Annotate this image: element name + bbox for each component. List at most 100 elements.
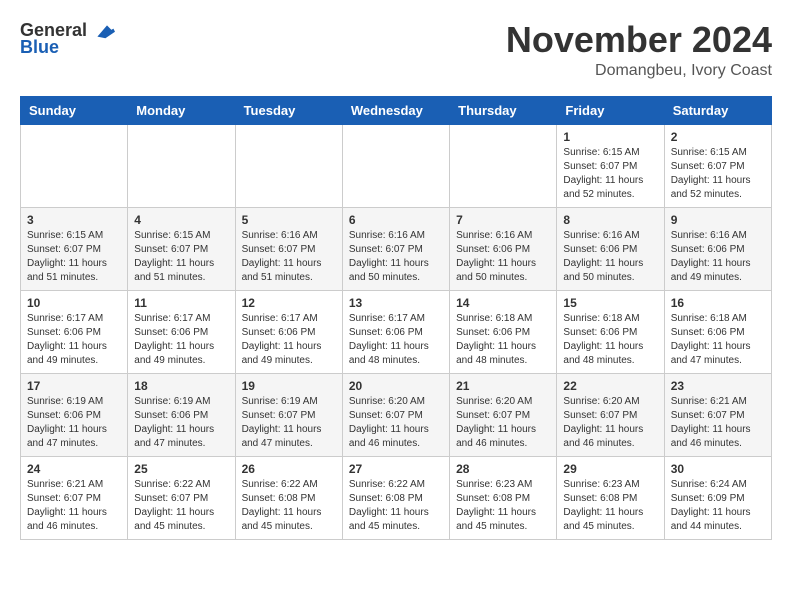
logo-blue-text: Blue [20, 37, 59, 58]
calendar-cell: 20 Sunrise: 6:20 AM Sunset: 6:07 PM Dayli… [342, 373, 449, 456]
day-info: Sunrise: 6:21 AM Sunset: 6:07 PM Dayligh… [671, 395, 765, 451]
calendar-cell: 21Sunrise: 6:20 AM Sunset: 6:07 PM Dayli… [450, 373, 557, 456]
day-info: Sunrise: 6:17 AM Sunset: 6:06 PM Dayligh… [242, 312, 336, 368]
day-info: Sunrise: 6:20 AM Sunset: 6:07 PM Dayligh… [456, 395, 550, 451]
calendar-cell: 4 Sunrise: 6:15 AM Sunset: 6:07 PM Daylig… [128, 207, 235, 290]
day-info: Sunrise: 6:23 AM Sunset: 6:08 PM Dayligh… [563, 478, 657, 534]
weekday-header-saturday: Saturday [664, 96, 771, 124]
day-info: Sunrise: 6:16 AM Sunset: 6:06 PM Dayligh… [456, 229, 550, 285]
day-number: 6 [349, 213, 443, 227]
day-number: 29 [563, 462, 657, 476]
calendar-cell: 23 Sunrise: 6:21 AM Sunset: 6:07 PM Dayli… [664, 373, 771, 456]
day-number: 20 [349, 379, 443, 393]
calendar-week-row: 3 Sunrise: 6:15 AM Sunset: 6:07 PM Daylig… [21, 207, 772, 290]
day-info: Sunrise: 6:20 AM Sunset: 6:07 PM Dayligh… [349, 395, 443, 451]
calendar-cell: 12 Sunrise: 6:17 AM Sunset: 6:06 PM Dayli… [235, 290, 342, 373]
day-info: Sunrise: 6:22 AM Sunset: 6:07 PM Dayligh… [134, 478, 228, 534]
day-number: 9 [671, 213, 765, 227]
calendar-table: SundayMondayTuesdayWednesdayThursdayFrid… [20, 96, 772, 540]
weekday-header-thursday: Thursday [450, 96, 557, 124]
calendar-cell: 19 Sunrise: 6:19 AM Sunset: 6:07 PM Dayli… [235, 373, 342, 456]
day-number: 16 [671, 296, 765, 310]
day-info: Sunrise: 6:15 AM Sunset: 6:07 PM Dayligh… [27, 229, 121, 285]
calendar-cell: 3 Sunrise: 6:15 AM Sunset: 6:07 PM Daylig… [21, 207, 128, 290]
calendar-cell: 14 Sunrise: 6:18 AM Sunset: 6:06 PM Dayli… [450, 290, 557, 373]
calendar-cell [235, 124, 342, 207]
day-number: 3 [27, 213, 121, 227]
calendar-week-row: 1 Sunrise: 6:15 AM Sunset: 6:07 PM Daylig… [21, 124, 772, 207]
day-number: 1 [563, 130, 657, 144]
day-number: 14 [456, 296, 550, 310]
day-info: Sunrise: 6:23 AM Sunset: 6:08 PM Dayligh… [456, 478, 550, 534]
weekday-header-sunday: Sunday [21, 96, 128, 124]
calendar-cell: 30Sunrise: 6:24 AM Sunset: 6:09 PM Dayli… [664, 456, 771, 539]
day-number: 11 [134, 296, 228, 310]
day-info: Sunrise: 6:17 AM Sunset: 6:06 PM Dayligh… [27, 312, 121, 368]
day-info: Sunrise: 6:16 AM Sunset: 6:07 PM Dayligh… [349, 229, 443, 285]
day-info: Sunrise: 6:22 AM Sunset: 6:08 PM Dayligh… [349, 478, 443, 534]
day-info: Sunrise: 6:15 AM Sunset: 6:07 PM Dayligh… [671, 146, 765, 202]
day-number: 25 [134, 462, 228, 476]
day-info: Sunrise: 6:15 AM Sunset: 6:07 PM Dayligh… [134, 229, 228, 285]
calendar-cell [21, 124, 128, 207]
calendar-week-row: 24Sunrise: 6:21 AM Sunset: 6:07 PM Dayli… [21, 456, 772, 539]
day-number: 15 [563, 296, 657, 310]
day-info: Sunrise: 6:19 AM Sunset: 6:06 PM Dayligh… [134, 395, 228, 451]
day-number: 7 [456, 213, 550, 227]
day-info: Sunrise: 6:17 AM Sunset: 6:06 PM Dayligh… [349, 312, 443, 368]
calendar-cell: 15 Sunrise: 6:18 AM Sunset: 6:06 PM Dayli… [557, 290, 664, 373]
calendar-cell: 2 Sunrise: 6:15 AM Sunset: 6:07 PM Daylig… [664, 124, 771, 207]
weekday-header-friday: Friday [557, 96, 664, 124]
calendar-cell: 25 Sunrise: 6:22 AM Sunset: 6:07 PM Dayli… [128, 456, 235, 539]
calendar-cell: 7 Sunrise: 6:16 AM Sunset: 6:06 PM Daylig… [450, 207, 557, 290]
weekday-header-wednesday: Wednesday [342, 96, 449, 124]
day-info: Sunrise: 6:18 AM Sunset: 6:06 PM Dayligh… [671, 312, 765, 368]
calendar-cell: 28 Sunrise: 6:23 AM Sunset: 6:08 PM Dayli… [450, 456, 557, 539]
calendar-cell: 9Sunrise: 6:16 AM Sunset: 6:06 PM Daylig… [664, 207, 771, 290]
calendar-cell: 29 Sunrise: 6:23 AM Sunset: 6:08 PM Dayli… [557, 456, 664, 539]
day-number: 27 [349, 462, 443, 476]
calendar-cell [450, 124, 557, 207]
calendar-cell: 16 Sunrise: 6:18 AM Sunset: 6:06 PM Dayli… [664, 290, 771, 373]
day-info: Sunrise: 6:21 AM Sunset: 6:07 PM Dayligh… [27, 478, 121, 534]
day-number: 17 [27, 379, 121, 393]
day-number: 26 [242, 462, 336, 476]
day-number: 28 [456, 462, 550, 476]
day-info: Sunrise: 6:18 AM Sunset: 6:06 PM Dayligh… [563, 312, 657, 368]
calendar-week-row: 10 Sunrise: 6:17 AM Sunset: 6:06 PM Dayli… [21, 290, 772, 373]
weekday-header-tuesday: Tuesday [235, 96, 342, 124]
calendar-cell: 6 Sunrise: 6:16 AM Sunset: 6:07 PM Daylig… [342, 207, 449, 290]
logo: General Blue [20, 20, 115, 58]
calendar-cell: 27 Sunrise: 6:22 AM Sunset: 6:08 PM Dayli… [342, 456, 449, 539]
calendar-header-row: SundayMondayTuesdayWednesdayThursdayFrid… [21, 96, 772, 124]
calendar-week-row: 17 Sunrise: 6:19 AM Sunset: 6:06 PM Dayli… [21, 373, 772, 456]
title-area: November 2024 Domangbeu, Ivory Coast [506, 20, 772, 80]
day-info: Sunrise: 6:15 AM Sunset: 6:07 PM Dayligh… [563, 146, 657, 202]
day-info: Sunrise: 6:19 AM Sunset: 6:07 PM Dayligh… [242, 395, 336, 451]
calendar-cell [342, 124, 449, 207]
day-info: Sunrise: 6:19 AM Sunset: 6:06 PM Dayligh… [27, 395, 121, 451]
day-number: 8 [563, 213, 657, 227]
day-info: Sunrise: 6:24 AM Sunset: 6:09 PM Dayligh… [671, 478, 765, 534]
day-number: 2 [671, 130, 765, 144]
day-info: Sunrise: 6:20 AM Sunset: 6:07 PM Dayligh… [563, 395, 657, 451]
month-title: November 2024 [506, 20, 772, 60]
location-subtitle: Domangbeu, Ivory Coast [506, 62, 772, 80]
day-number: 12 [242, 296, 336, 310]
weekday-header-monday: Monday [128, 96, 235, 124]
day-number: 19 [242, 379, 336, 393]
calendar-cell: 5Sunrise: 6:16 AM Sunset: 6:07 PM Daylig… [235, 207, 342, 290]
day-info: Sunrise: 6:16 AM Sunset: 6:07 PM Dayligh… [242, 229, 336, 285]
calendar-cell: 11Sunrise: 6:17 AM Sunset: 6:06 PM Dayli… [128, 290, 235, 373]
calendar-cell: 24Sunrise: 6:21 AM Sunset: 6:07 PM Dayli… [21, 456, 128, 539]
day-number: 10 [27, 296, 121, 310]
calendar-cell: 22Sunrise: 6:20 AM Sunset: 6:07 PM Dayli… [557, 373, 664, 456]
day-number: 18 [134, 379, 228, 393]
calendar-cell: 8Sunrise: 6:16 AM Sunset: 6:06 PM Daylig… [557, 207, 664, 290]
day-number: 23 [671, 379, 765, 393]
day-number: 13 [349, 296, 443, 310]
day-info: Sunrise: 6:22 AM Sunset: 6:08 PM Dayligh… [242, 478, 336, 534]
page-header: General Blue November 2024 Domangbeu, Iv… [20, 20, 772, 80]
day-info: Sunrise: 6:18 AM Sunset: 6:06 PM Dayligh… [456, 312, 550, 368]
day-number: 4 [134, 213, 228, 227]
